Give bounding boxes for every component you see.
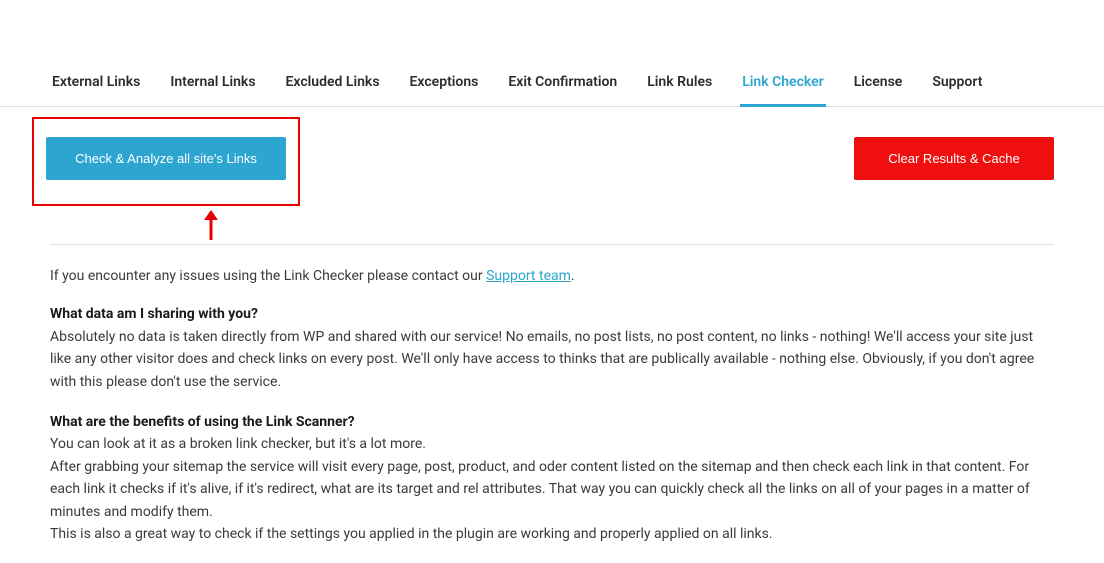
tab-link-rules[interactable]: Link Rules (645, 60, 714, 107)
intro-after: . (571, 268, 575, 284)
section-body-line: This is also a great way to check if the… (50, 526, 773, 542)
tab-license[interactable]: License (852, 60, 905, 107)
section-body-line: You can look at it as a broken link chec… (50, 436, 426, 452)
annotation-arrow-icon (202, 210, 300, 240)
intro-before: If you encounter any issues using the Li… (50, 268, 486, 284)
section-body: Absolutely no data is taken directly fro… (50, 329, 1034, 390)
tab-link-checker[interactable]: Link Checker (740, 60, 826, 107)
tab-exceptions[interactable]: Exceptions (408, 60, 481, 107)
tab-excluded-links[interactable]: Excluded Links (284, 60, 382, 107)
content-area: If you encounter any issues using the Li… (0, 265, 1104, 545)
section-heading: What are the benefits of using the Link … (50, 414, 355, 430)
tab-support[interactable]: Support (930, 60, 984, 107)
annotation-highlight: Check & Analyze all site's Links (32, 117, 300, 206)
section-heading: What data am I sharing with you? (50, 306, 258, 322)
tab-exit-confirmation[interactable]: Exit Confirmation (506, 60, 619, 107)
tab-external-links[interactable]: External Links (50, 60, 142, 107)
tab-internal-links[interactable]: Internal Links (168, 60, 257, 107)
highlight-wrap: Check & Analyze all site's Links (50, 117, 300, 240)
section-body-line: After grabbing your sitemap the service … (50, 459, 1030, 520)
check-analyze-button[interactable]: Check & Analyze all site's Links (46, 137, 286, 180)
section-data-sharing: What data am I sharing with you? Absolut… (50, 303, 1054, 393)
intro-text: If you encounter any issues using the Li… (50, 265, 1054, 287)
clear-results-button[interactable]: Clear Results & Cache (854, 137, 1054, 180)
divider (50, 244, 1054, 245)
action-row: Check & Analyze all site's Links Clear R… (0, 117, 1104, 240)
support-link[interactable]: Support team (486, 268, 571, 284)
section-benefits: What are the benefits of using the Link … (50, 411, 1054, 545)
tab-bar: External Links Internal Links Excluded L… (0, 60, 1104, 107)
right-button-wrap: Clear Results & Cache (854, 117, 1054, 180)
